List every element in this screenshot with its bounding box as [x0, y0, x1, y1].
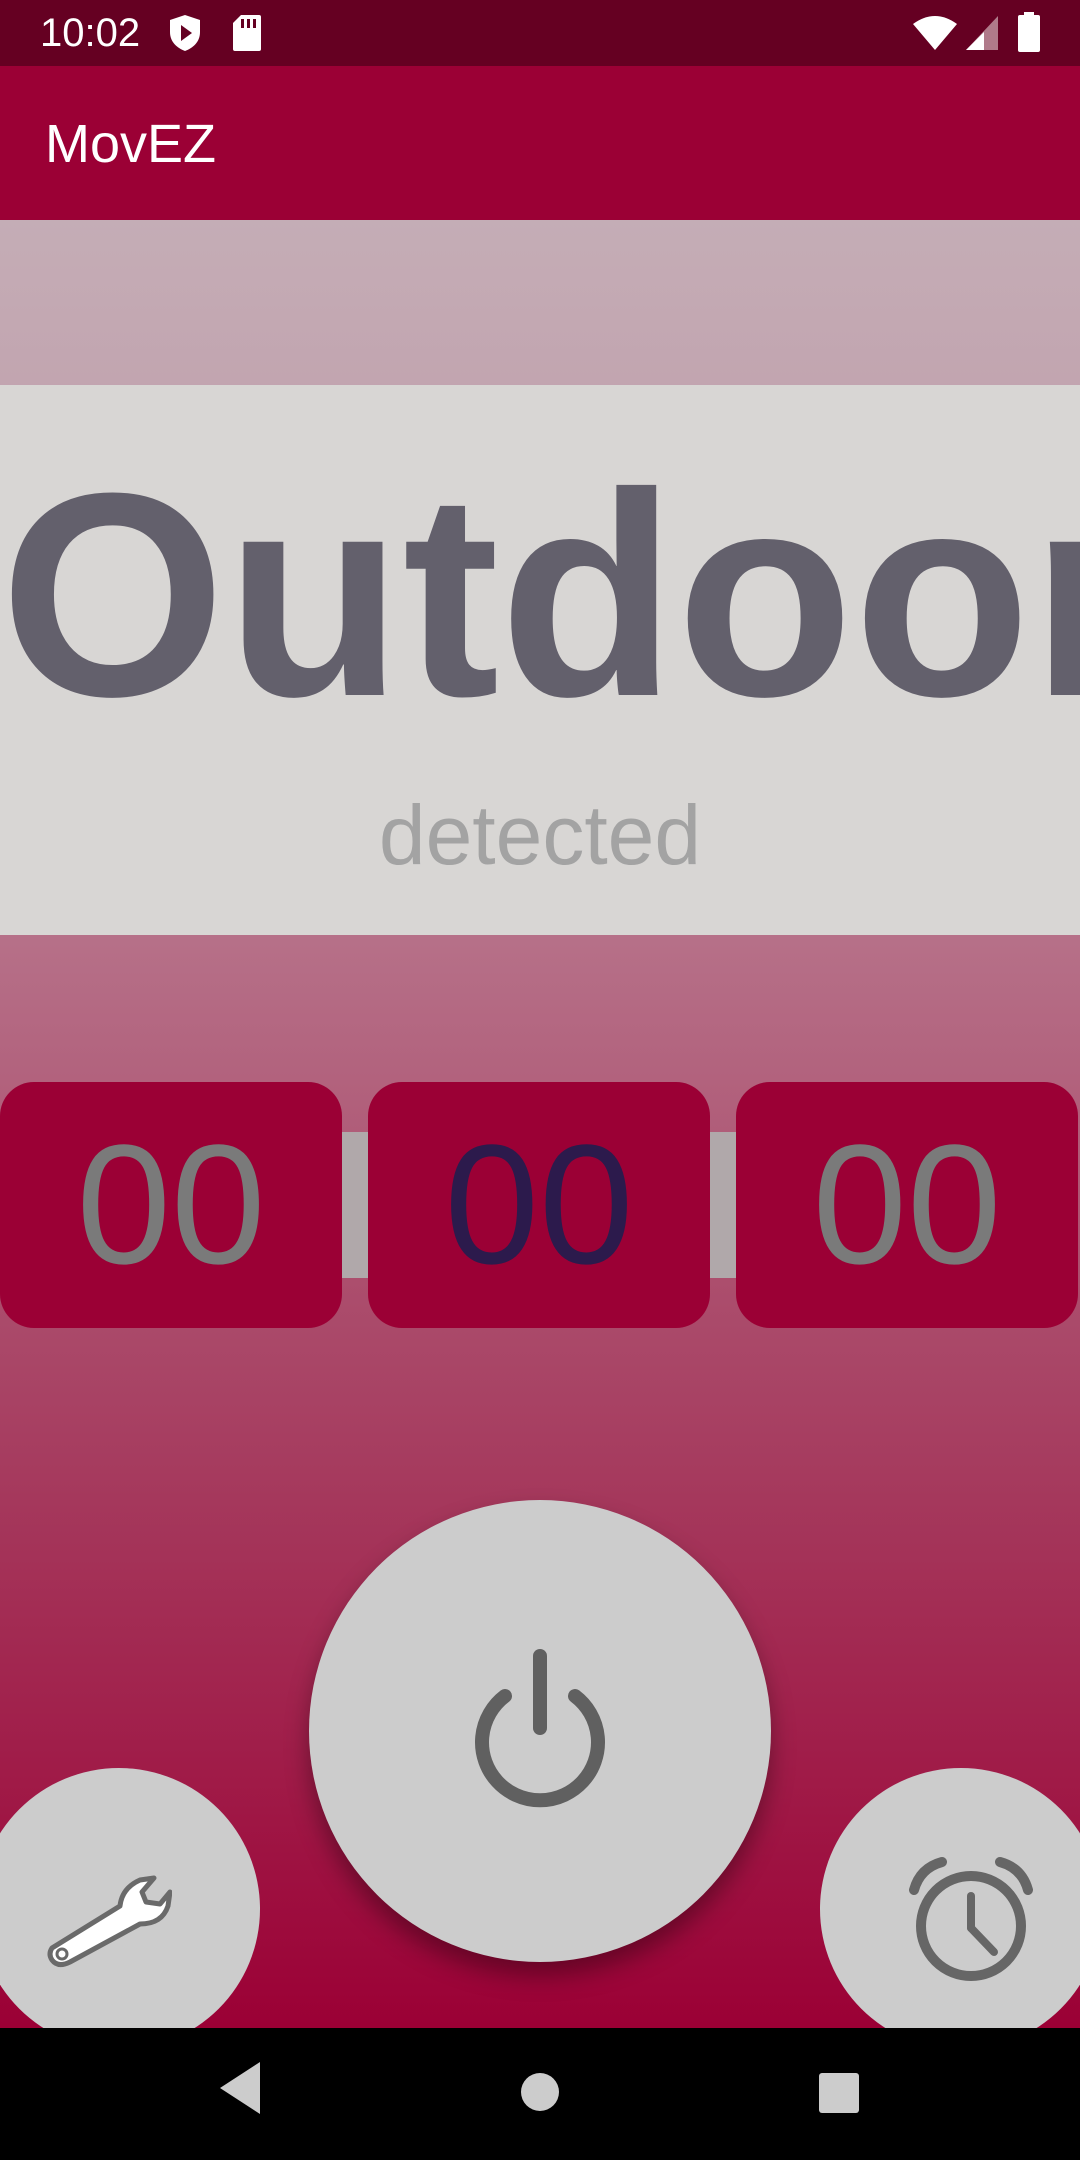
- detection-panel: Outdoor detected: [0, 385, 1080, 935]
- timer-minutes: 00: [368, 1082, 710, 1328]
- power-icon: [465, 1646, 615, 1821]
- status-time: 10:02: [40, 11, 141, 55]
- settings-button[interactable]: [0, 1768, 260, 2050]
- signal-icon: [964, 14, 1000, 57]
- power-button[interactable]: [309, 1500, 771, 1962]
- navigation-bar: [0, 2028, 1080, 2160]
- alarm-clock-icon: [906, 1856, 1036, 1991]
- timer-hours: 00: [0, 1082, 342, 1328]
- status-bar: 10:02: [0, 0, 1080, 66]
- home-icon[interactable]: [520, 2072, 560, 2117]
- app-bar: MovEZ: [0, 66, 1080, 220]
- battery-icon: [1018, 12, 1040, 57]
- wifi-icon: [912, 14, 958, 57]
- detection-status-label: detected: [378, 788, 702, 882]
- wrench-icon: [42, 1870, 173, 1975]
- environment-mode-label: Outdoor: [0, 433, 1080, 757]
- alarm-button[interactable]: [820, 1768, 1080, 2050]
- back-icon[interactable]: [216, 2058, 264, 2123]
- timer-seconds: 00: [736, 1082, 1078, 1328]
- shield-play-icon: [168, 14, 202, 57]
- recents-icon[interactable]: [818, 2072, 860, 2119]
- screen: 10:02 MovEZ Outdoor detected 00 00 00: [0, 0, 1080, 2160]
- app-title: MovEZ: [45, 114, 217, 174]
- sd-card-icon: [232, 14, 262, 57]
